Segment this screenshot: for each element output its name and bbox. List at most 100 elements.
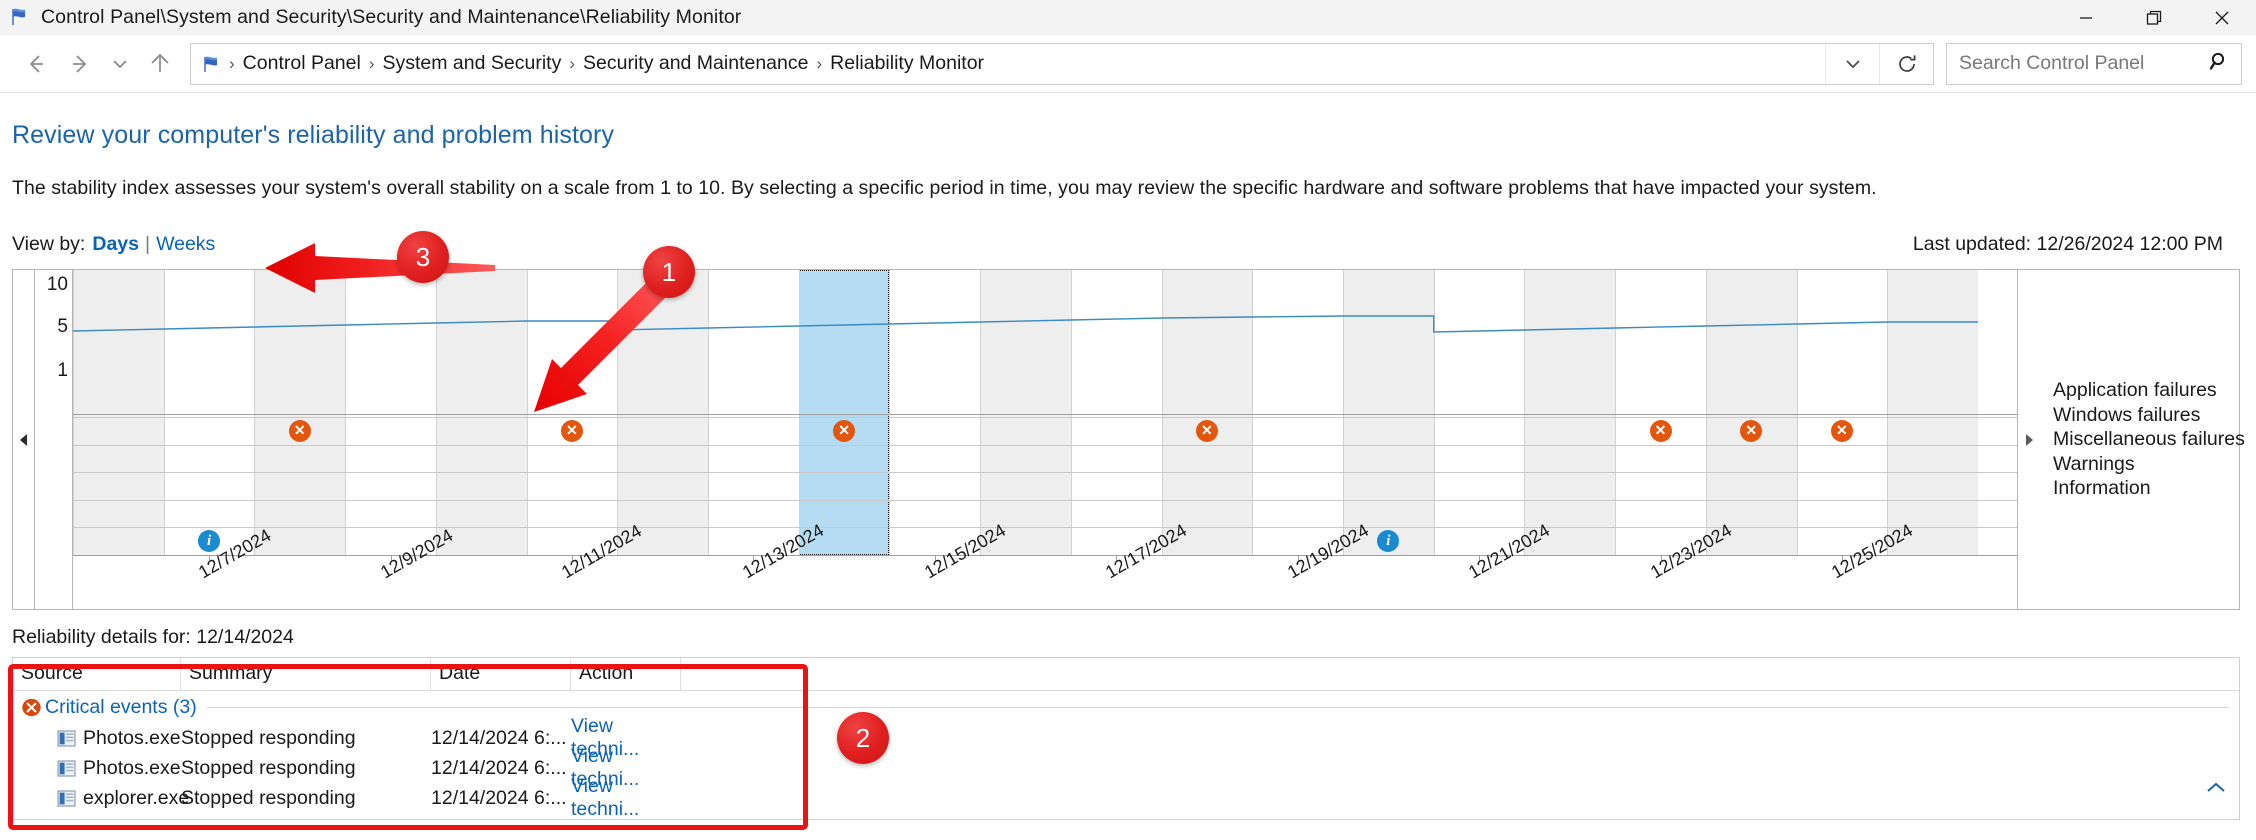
chevron-up-icon[interactable] [2205,778,2227,801]
legend-item-windows-failures: Windows failures [2053,403,2201,426]
breadcrumb-item-security-and-maintenance[interactable]: Security and Maintenance [577,48,814,79]
table-group-row-critical-events[interactable]: Critical events (3) [13,691,2239,723]
cell-source-text: Photos.exe [83,726,181,749]
breadcrumb-separator: › [569,53,575,73]
main-content: Review your computer's reliability and p… [0,121,2256,820]
chart-gridline [708,270,709,555]
breadcrumb-separator: › [229,53,235,73]
y-tick-10: 10 [46,274,68,295]
chart-column[interactable] [1615,270,1706,555]
view-by-row: View by: Days | Weeks Last updated: 12/2… [12,233,2256,259]
column-header-summary[interactable]: Summary [181,658,431,690]
table-row[interactable]: Photos.exe Stopped responding 12/14/2024… [13,745,2239,790]
back-arrow-icon[interactable] [14,42,58,86]
chart-column[interactable] [617,270,708,555]
critical-event-marker[interactable]: ✕ [1740,419,1763,442]
annotation-label: 3 [415,241,431,272]
critical-event-marker[interactable]: ✕ [1195,419,1218,442]
chart-legend: Application failures Windows failures Mi… [2039,270,2245,609]
chart-column[interactable] [527,270,618,555]
recent-locations-chevron-down-icon[interactable] [102,42,138,86]
chart-column[interactable] [889,270,980,555]
chart-gridline [73,270,74,555]
breadcrumb-separator: › [368,53,375,73]
application-icon [57,730,76,747]
close-button[interactable] [2188,0,2256,35]
search-icon[interactable] [2207,49,2231,79]
critical-event-marker[interactable]: ✕ [560,419,583,442]
critical-event-marker[interactable]: ✕ [833,419,856,442]
chart-event-rowline [73,472,2017,474]
breadcrumb-item-control-panel[interactable]: Control Panel [237,48,367,79]
cell-source-text: Photos.exe [83,756,181,779]
chart-column[interactable] [435,270,527,555]
chart-column[interactable] [1797,270,1888,555]
page-title: Review your computer's reliability and p… [12,121,615,149]
application-icon [57,760,76,777]
search-input[interactable]: Search Control Panel [1946,42,2242,85]
chart-event-baseline [73,555,2017,556]
breadcrumb-item-system-and-security[interactable]: System and Security [377,48,568,79]
forward-arrow-icon[interactable] [58,42,102,86]
chart-gridline [1887,270,1888,555]
address-bar[interactable]: › Control Panel › System and Security › … [190,42,1934,85]
chart-scroll-right-button[interactable] [2017,270,2039,609]
critical-event-marker[interactable]: ✕ [288,419,311,442]
chart-column[interactable] [1887,270,1978,555]
breadcrumb: › Control Panel › System and Security › … [191,48,1825,79]
chart-gridline [164,270,165,555]
refresh-icon[interactable] [1879,43,1933,84]
chart-column-selected[interactable] [798,270,890,555]
table-row[interactable]: Photos.exe Stopped responding 12/14/2024… [13,715,2239,760]
chart-column[interactable] [1161,270,1253,555]
critical-event-marker[interactable]: ✕ [1649,419,1672,442]
minimize-button[interactable] [2052,0,2120,35]
view-by-days-link[interactable]: Days [92,233,139,256]
legend-item-warnings: Warnings [2053,452,2135,475]
chart-column[interactable] [1434,270,1525,555]
chart-column[interactable] [73,270,164,555]
annotation-marker-3: 3 [397,231,449,283]
chart-event-rowline [73,417,2017,418]
chart-column[interactable] [1252,270,1343,555]
column-header-source[interactable]: Source [13,658,181,690]
view-by-label: View by: [12,233,86,255]
chart-gridline [527,270,528,555]
breadcrumb-item-reliability-monitor[interactable]: Reliability Monitor [824,48,990,79]
chart-scroll-left-button[interactable] [13,270,35,609]
chart-gridline [254,270,255,555]
chart-column[interactable] [708,270,799,555]
history-chevron-down-icon[interactable] [1825,43,1879,84]
up-arrow-icon[interactable] [138,42,182,86]
chart-column[interactable] [1343,270,1434,555]
view-by-weeks-link[interactable]: Weeks [156,233,215,256]
cell-date: 12/14/2024 6:... [431,726,567,749]
chart-gridline [1524,270,1525,555]
chart-gridline [436,270,437,555]
cell-source-text: explorer.exe [83,786,190,809]
window-controls [2052,0,2256,35]
chart-gridline [1071,270,1072,555]
chart-column[interactable] [164,270,255,555]
chart-column[interactable] [345,270,436,555]
last-updated-text: Last updated: 12/26/2024 12:00 PM [1912,233,2223,255]
critical-event-marker[interactable]: ✕ [1830,419,1853,442]
chart-gridline [617,270,618,555]
chart-column[interactable] [980,270,1071,555]
details-table: Source Summary Date Action Critical even… [12,657,2240,820]
chart-column[interactable] [1524,270,1616,555]
chart-column[interactable] [1705,270,1797,555]
view-by-separator: | [144,233,151,255]
column-header-action[interactable]: Action [571,658,681,690]
chart-gridline [889,270,890,555]
cell-action-link[interactable]: View techni... [571,775,681,821]
chart-column[interactable] [254,270,346,555]
flag-icon [10,6,32,28]
cell-source: Photos.exe [13,727,181,750]
table-row[interactable]: explorer.exe Stopped responding 12/14/20… [13,775,2239,820]
chart-column[interactable] [1071,270,1162,555]
chart-plot-area[interactable]: ✕ ✕ ✕ ✕ ✕ ✕ ✕ i i 12/7/2024 12/9/2024 12/11/2024 12/… [73,270,2017,609]
maximize-button[interactable] [2120,0,2188,35]
column-header-date[interactable]: Date [431,658,571,690]
window-title: Control Panel\System and Security\Securi… [41,5,742,28]
